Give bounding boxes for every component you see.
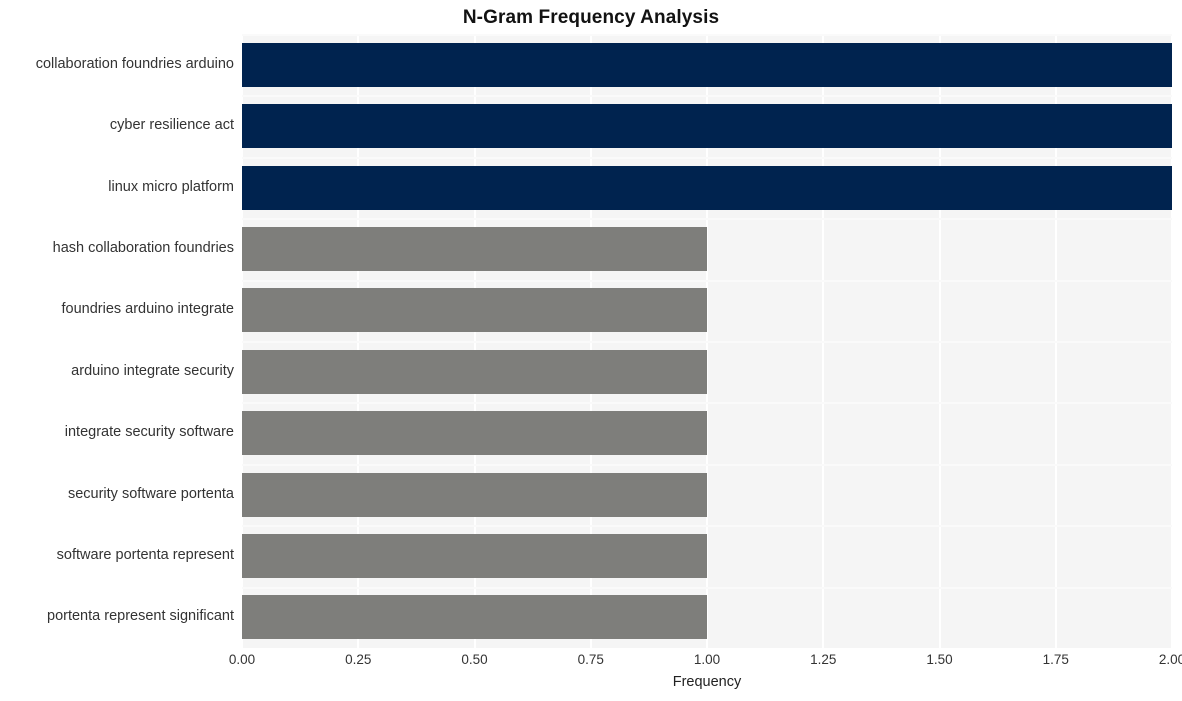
x-axis-tick-label: 1.00	[693, 652, 721, 667]
bar[interactable]	[242, 165, 1172, 210]
chart-figure: N-Gram Frequency Analysis collaboration …	[0, 0, 1182, 701]
x-axis-tick-label: 0.50	[461, 652, 488, 667]
plot-area	[242, 34, 1172, 648]
y-axis-tick-label: security software portenta	[67, 485, 234, 502]
y-axis-tick-label: cyber resilience act	[109, 117, 234, 134]
bar[interactable]	[242, 226, 707, 271]
y-gridline	[242, 341, 1172, 343]
x-axis-title: Frequency	[672, 674, 742, 690]
y-axis-tick-label: arduino integrate security	[71, 362, 234, 379]
bar[interactable]	[242, 104, 1172, 149]
y-gridline	[242, 402, 1172, 405]
chart-title: N-Gram Frequency Analysis	[462, 7, 720, 28]
bar[interactable]	[242, 533, 707, 578]
bar[interactable]	[242, 472, 707, 517]
y-axis-tick-label: collaboration foundries arduino	[35, 55, 234, 72]
y-gridline	[242, 34, 1172, 36]
y-axis-tick-label: foundries arduino integrate	[61, 301, 234, 318]
y-gridline	[242, 586, 1172, 589]
y-axis-tick-label: integrate security software	[64, 424, 234, 441]
y-gridline	[242, 95, 1172, 98]
x-axis-tick-label: 1.25	[810, 652, 837, 667]
x-axis-tick-label: 0.00	[228, 652, 256, 667]
y-axis-tick-label: linux micro platform	[108, 178, 234, 195]
y-gridline	[242, 156, 1172, 159]
y-gridline	[242, 218, 1172, 221]
y-gridline	[242, 279, 1172, 282]
x-axis-tick-label: 2.00	[1158, 652, 1182, 667]
y-axis-tick-label: portenta represent significant	[47, 608, 234, 625]
bar[interactable]	[242, 595, 707, 640]
x-axis-tick-label: 0.25	[345, 652, 372, 667]
bar[interactable]	[242, 349, 707, 394]
x-axis-tick-label: 1.75	[1042, 652, 1069, 667]
bar[interactable]	[242, 411, 707, 456]
y-axis-tick-label: software portenta represent	[56, 546, 234, 563]
y-axis-tick-label: hash collaboration foundries	[52, 239, 234, 256]
bar[interactable]	[242, 288, 707, 333]
x-axis-tick-label: 1.50	[926, 652, 953, 667]
y-gridline	[242, 463, 1172, 466]
x-axis-tick-label: 0.75	[577, 652, 604, 667]
y-gridline	[242, 525, 1172, 528]
bar[interactable]	[242, 42, 1172, 87]
